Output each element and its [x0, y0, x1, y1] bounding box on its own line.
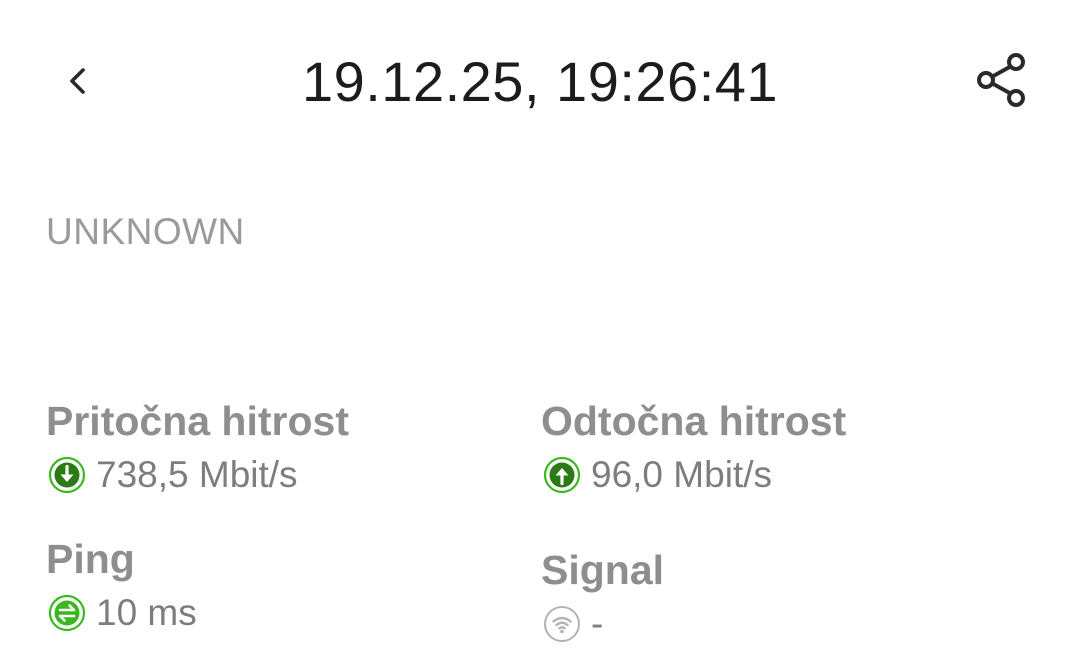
ping-arrows-icon	[48, 594, 86, 632]
network-type-label: UNKNOWN	[46, 211, 245, 252]
ping-row: 10 ms	[46, 591, 197, 635]
download-speed-row: 738,5 Mbit/s	[46, 453, 349, 497]
ping-metric: Ping 10 ms	[46, 535, 197, 635]
ping-value: 10 ms	[96, 592, 197, 633]
back-button[interactable]	[48, 50, 110, 112]
signal-row: -	[541, 602, 664, 646]
upload-speed-value: 96,0 Mbit/s	[591, 454, 772, 495]
share-icon	[977, 53, 1025, 107]
ping-label: Ping	[46, 536, 135, 582]
app-bar: 19.12.25, 19:26:41	[0, 0, 1080, 165]
page-title: 19.12.25, 19:26:41	[301, 50, 779, 113]
upload-speed-label: Odtočna hitrost	[541, 398, 847, 444]
download-speed-metric: Pritočna hitrost 738,5 Mbit/s	[46, 397, 349, 497]
download-speed-label: Pritočna hitrost	[46, 398, 349, 444]
signal-label: Signal	[541, 547, 665, 593]
download-speed-value: 738,5 Mbit/s	[96, 454, 298, 495]
chevron-left-icon	[70, 68, 85, 94]
share-button[interactable]	[966, 44, 1038, 116]
upload-speed-metric: Odtočna hitrost 96,0 Mbit/s	[541, 397, 846, 497]
wifi-icon	[544, 606, 580, 642]
upload-arrow-icon	[543, 456, 581, 494]
signal-metric: Signal -	[541, 546, 664, 646]
upload-speed-row: 96,0 Mbit/s	[541, 453, 846, 497]
signal-value: -	[591, 603, 604, 644]
download-arrow-icon	[48, 456, 86, 494]
